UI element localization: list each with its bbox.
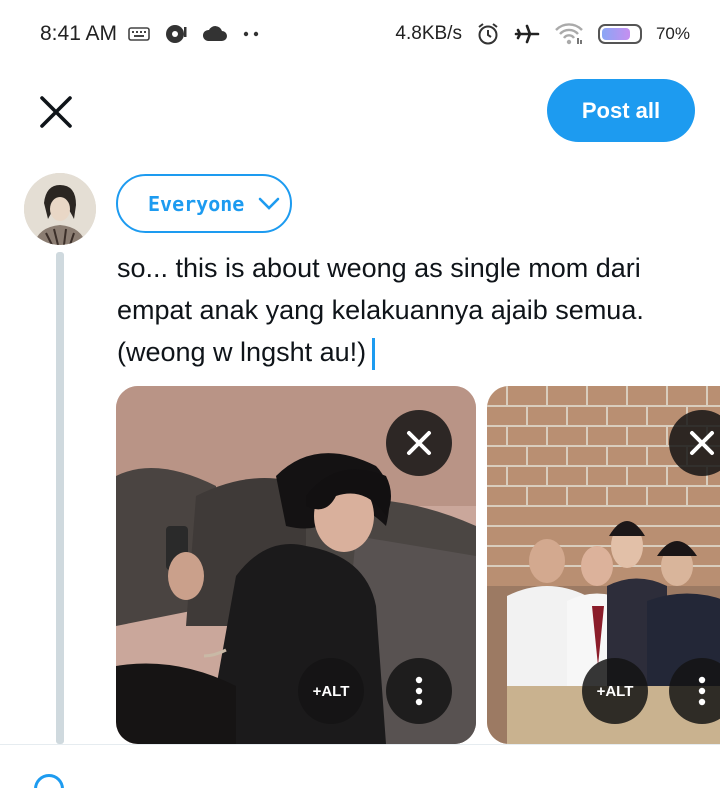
battery-percent: 70% [655, 24, 690, 43]
more-vertical-icon [415, 676, 423, 706]
close-button[interactable] [36, 92, 76, 132]
post-all-button[interactable]: Post all [547, 79, 695, 142]
tweet-text: so... this is about weong as single mom … [117, 253, 644, 367]
status-time: 8:41 AM [40, 22, 118, 45]
media-options-button[interactable] [386, 658, 452, 724]
status-right: 4.8KB/s 70% [395, 22, 690, 46]
audience-selector[interactable]: Everyone [116, 174, 292, 233]
more-vertical-icon [698, 676, 706, 706]
more-notifications-icon [243, 31, 259, 37]
status-left-icons [128, 22, 260, 46]
add-alt-text-button[interactable]: +ALT [582, 658, 648, 724]
close-icon [690, 431, 714, 455]
alarm-icon [478, 23, 498, 45]
cloud-icon [202, 26, 227, 41]
wifi-icon [555, 23, 583, 45]
remove-media-button[interactable] [386, 410, 452, 476]
status-bar: 8:41 AM 4.8KB/s 70% [0, 0, 720, 68]
chevron-down-icon [259, 197, 280, 210]
battery-icon [597, 24, 642, 44]
close-icon [407, 431, 431, 455]
media-attachment-1[interactable]: +ALT [116, 386, 476, 744]
text-caret [372, 337, 376, 370]
airplane-icon [514, 24, 540, 44]
avatar[interactable] [24, 173, 96, 245]
bottom-divider [0, 744, 720, 745]
audience-label: Everyone [148, 191, 245, 216]
thread-line [56, 252, 64, 744]
network-speed: 4.8KB/s [395, 23, 462, 44]
close-icon [40, 96, 72, 128]
globe-icon[interactable] [34, 774, 64, 788]
add-alt-text-button[interactable]: +ALT [298, 658, 364, 724]
music-disc-icon [166, 25, 187, 43]
tweet-text-input[interactable]: so... this is about weong as single mom … [117, 247, 712, 373]
media-attachment-2[interactable]: +ALT [487, 386, 720, 744]
keyboard-icon [128, 27, 150, 41]
